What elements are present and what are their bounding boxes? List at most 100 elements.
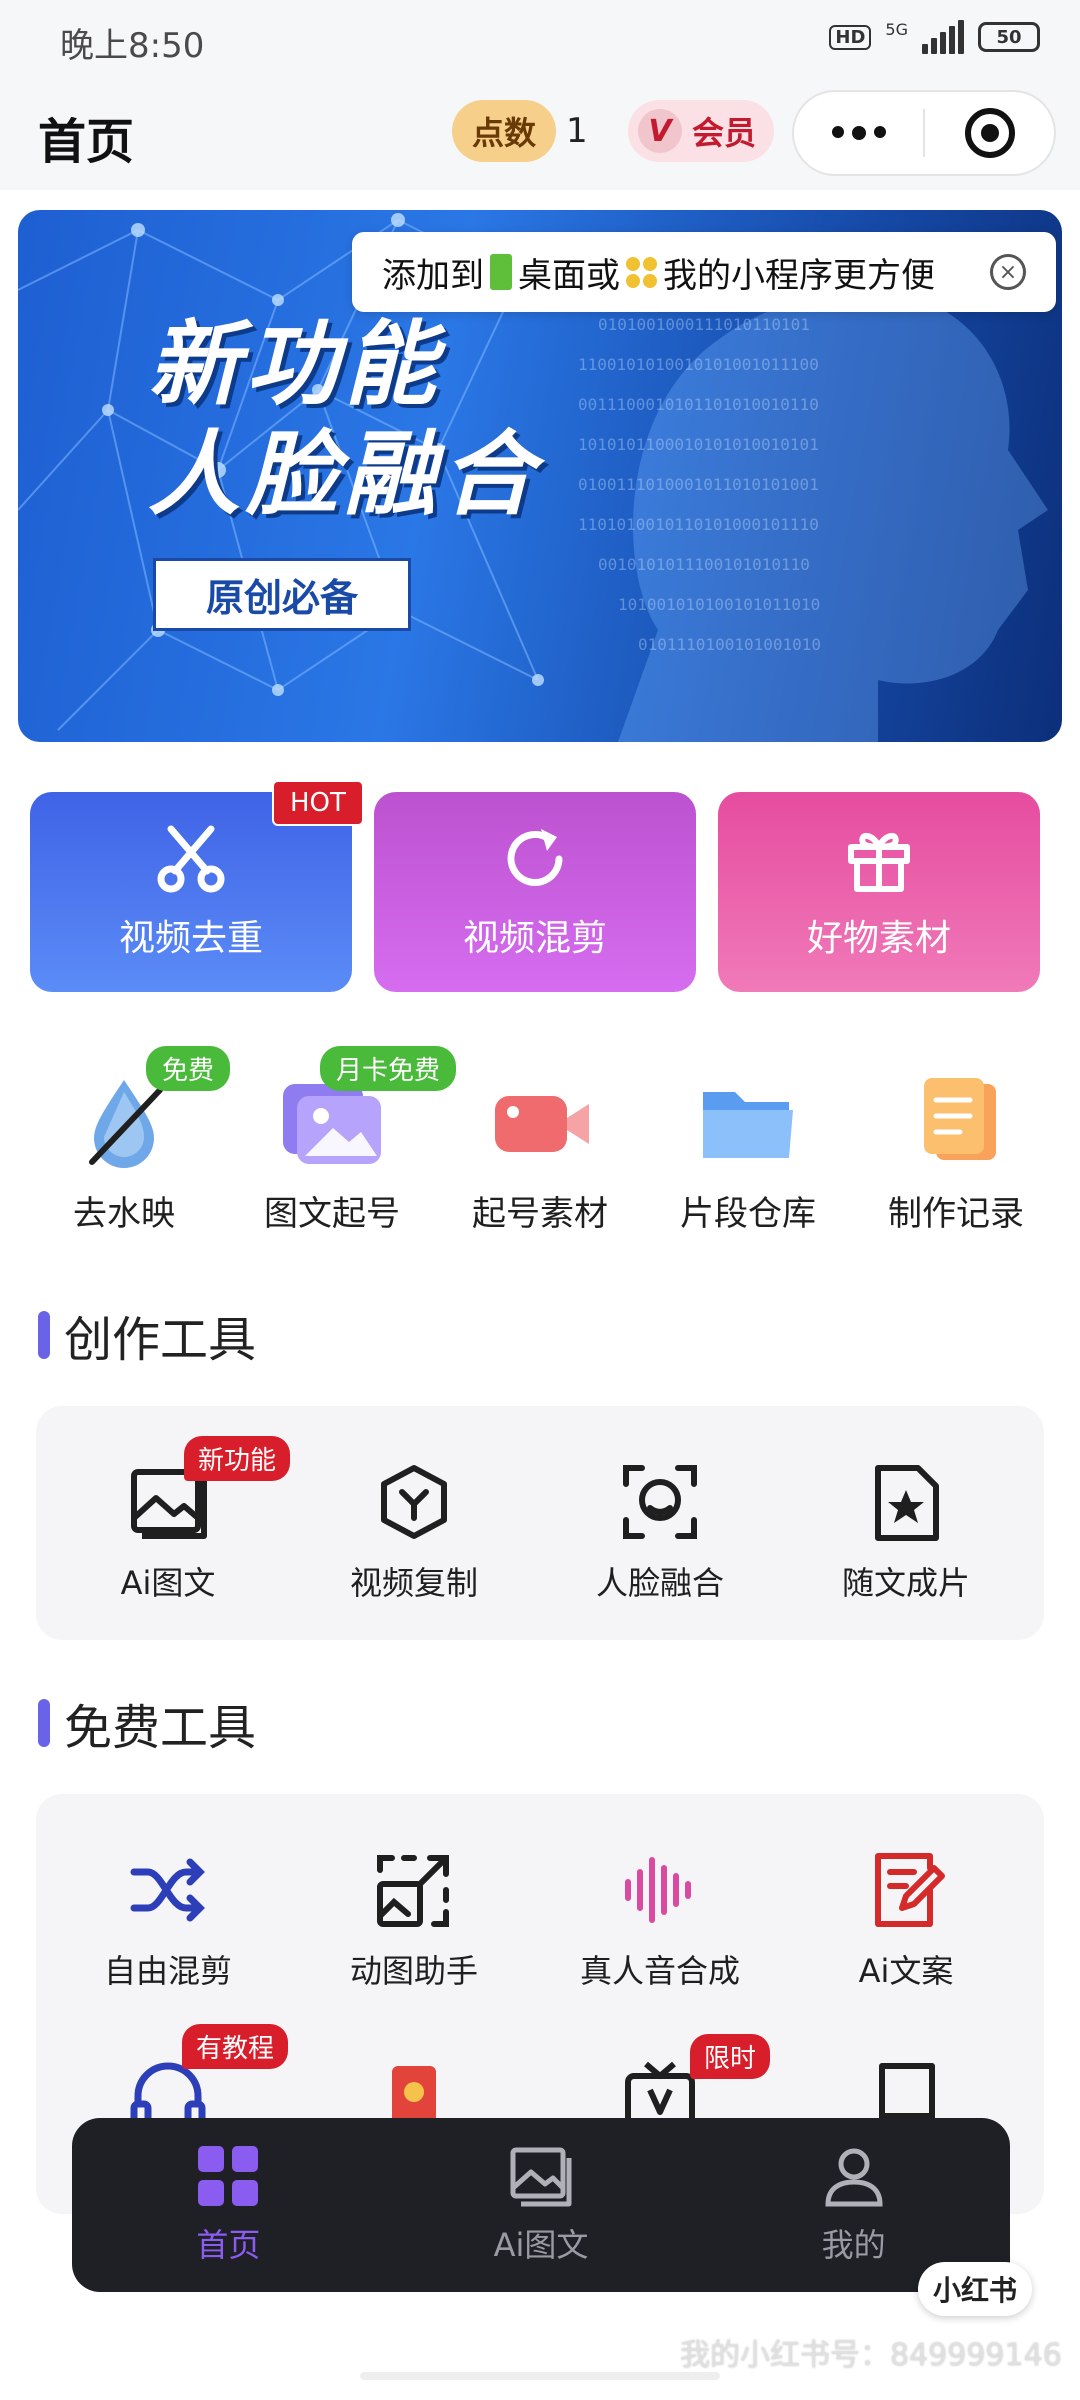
folder-icon: [703, 1092, 793, 1158]
vip-button[interactable]: V 会员: [628, 100, 774, 162]
scissors-icon: [157, 825, 225, 893]
page-title: 首页: [38, 114, 135, 170]
section-title-text: 创作工具: [64, 1312, 257, 1368]
points-label: 点数: [452, 100, 557, 162]
hexagon-y-icon: [381, 1465, 447, 1539]
tab-label: 我的: [821, 2226, 886, 2264]
free-tools-title: 免费工具: [38, 1688, 256, 1758]
svg-text:1101010010110101000101110: 1101010010110101000101110: [578, 515, 819, 534]
battery-level: 50: [996, 26, 1022, 48]
video-copy-tool[interactable]: 视频复制: [294, 1456, 534, 1604]
limited-time-badge: 限时: [690, 2034, 771, 2079]
quick-item-label: 图文起号: [264, 1194, 400, 1234]
quick-item-label: 片段仓库: [680, 1194, 816, 1234]
svg-text:0101110100101001010: 0101110100101001010: [638, 635, 821, 654]
voice-synthesis-tool[interactable]: 真人音合成: [540, 1844, 780, 1992]
ai-copywriting-tool[interactable]: Ai文案: [786, 1844, 1026, 1992]
target-icon: [964, 108, 1015, 158]
section-accent-bar: [38, 1311, 50, 1359]
tool-label: 真人音合成: [579, 1952, 740, 1990]
signal-icon: [922, 20, 964, 54]
section-accent-bar: [38, 1699, 50, 1747]
big-button-label: 视频去重: [118, 918, 263, 959]
bottom-tab-bar: 首页 Ai图文 我的: [72, 2118, 1010, 2292]
new-feature-badge: 新功能: [184, 1436, 291, 1481]
goods-material-button[interactable]: 好物素材: [718, 792, 1040, 992]
quick-item-label: 起号素材: [472, 1194, 608, 1234]
tool-label: 视频复制: [349, 1564, 478, 1602]
grid-icon: [198, 2146, 259, 2206]
banner-tag: 原创必备: [153, 558, 412, 631]
document-icon: [924, 1078, 996, 1160]
vip-icon: V: [638, 109, 682, 153]
status-time: 晚上8:50: [60, 26, 205, 66]
image-icon: [510, 2147, 572, 2207]
tip-text-3: 我的小程序更方便: [663, 255, 935, 296]
start-material-item[interactable]: 起号素材: [440, 1060, 640, 1235]
tip-text-1: 添加到: [382, 255, 484, 296]
points-button[interactable]: 点数 1: [452, 100, 598, 162]
edit-file-icon: [875, 1853, 945, 1927]
face-scan-icon: [623, 1465, 697, 1539]
close-tip-button[interactable]: ×: [990, 254, 1026, 290]
free-remix-tool[interactable]: 自由混剪: [48, 1844, 288, 1992]
svg-text:1100101010010101001011100: 1100101010010101001011100: [578, 355, 819, 374]
banner-line1: 新功能: [148, 311, 443, 418]
gift-icon: [848, 833, 910, 892]
face-fusion-tool[interactable]: 人脸融合: [540, 1456, 780, 1604]
tutorial-badge: 有教程: [182, 2024, 289, 2069]
points-value: 1: [566, 111, 588, 151]
star-file-icon: [875, 1465, 939, 1541]
hot-badge: HOT: [272, 780, 364, 826]
close-miniprogram-button[interactable]: [925, 92, 1054, 174]
monthly-free-badge: 月卡免费: [320, 1046, 457, 1091]
battery-icon: 50: [978, 22, 1040, 52]
resize-image-icon: [377, 1855, 449, 1927]
app-header: 首页 点数 1 V 会员: [0, 80, 1080, 190]
section-title-text: 免费工具: [64, 1700, 257, 1756]
tip-text-2: 桌面或: [518, 255, 620, 296]
add-to-desktop-tip: 添加到 桌面或 我的小程序更方便 ×: [352, 232, 1056, 312]
watermark-text: 我的小红书号：849999146: [680, 2338, 1062, 2373]
more-button[interactable]: [794, 92, 923, 174]
creation-tools-title: 创作工具: [38, 1300, 256, 1370]
production-record-item[interactable]: 制作记录: [856, 1060, 1056, 1235]
refresh-icon: [507, 829, 563, 886]
more-dots-icon: [831, 126, 886, 140]
xiaohongshu-logo: 小红书: [918, 2262, 1032, 2316]
tab-label: Ai图文: [493, 2226, 589, 2264]
free-badge: 免费: [146, 1046, 231, 1091]
tool-label: 动图助手: [349, 1952, 478, 1990]
tool-label: 随文成片: [841, 1564, 970, 1602]
tool-label: 自由混剪: [103, 1952, 232, 1990]
vip-label: 会员: [692, 114, 757, 152]
tool-label: 人脸融合: [595, 1564, 724, 1602]
video-remix-button[interactable]: 视频混剪: [374, 792, 696, 992]
miniprogram-icon: [626, 256, 657, 288]
svg-text:0011100010101101010010110: 0011100010101101010010110: [578, 395, 819, 414]
tool-label: Ai图文: [120, 1564, 216, 1602]
video-camera-icon: [495, 1096, 589, 1152]
tab-home[interactable]: 首页: [72, 2118, 385, 2292]
creation-tools-panel: Ai图文 视频复制 人脸融合 随文成片: [36, 1406, 1044, 1640]
home-indicator[interactable]: [360, 2372, 720, 2380]
tab-ai-image-text[interactable]: Ai图文: [385, 2118, 698, 2292]
text-to-video-tool[interactable]: 随文成片: [786, 1456, 1026, 1604]
svg-text:0100111010001011010101001: 0100111010001011010101001: [578, 475, 819, 494]
svg-text:0101001000111010110101: 0101001000111010110101: [598, 315, 810, 334]
quick-item-label: 去水映: [73, 1194, 175, 1234]
clip-warehouse-item[interactable]: 片段仓库: [648, 1060, 848, 1235]
tool-label: Ai文案: [858, 1952, 954, 1990]
big-button-label: 好物素材: [806, 918, 951, 959]
shuffle-icon: [130, 1858, 205, 1922]
big-button-label: 视频混剪: [462, 918, 607, 959]
svg-text:0010101011100101010110: 0010101011100101010110: [598, 555, 810, 574]
miniprogram-capsule: [792, 90, 1056, 176]
banner-line2: 人脸融合: [148, 421, 541, 528]
waveform-icon: [625, 1857, 691, 1923]
network-label: 5G: [885, 20, 908, 39]
svg-text:101001010100101011010: 101001010100101011010: [618, 595, 820, 614]
gif-helper-tool[interactable]: 动图助手: [294, 1844, 534, 1992]
user-icon: [825, 2148, 883, 2207]
quick-item-label: 制作记录: [888, 1194, 1024, 1234]
